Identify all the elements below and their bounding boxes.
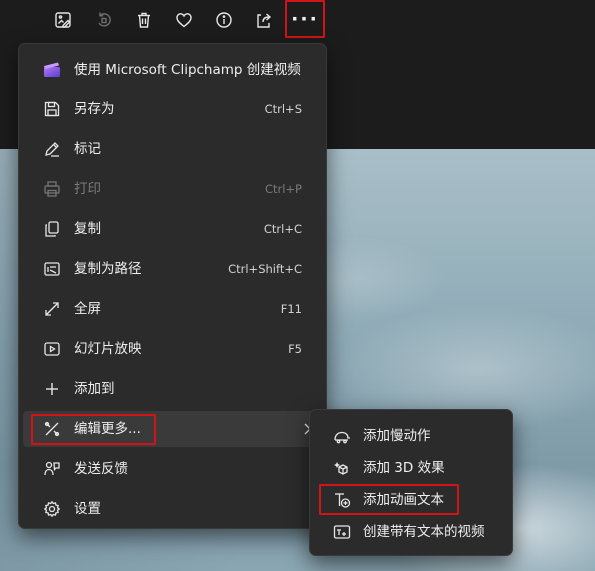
menu-item-settings[interactable]: 设置	[23, 491, 322, 527]
menu-item-label: 另存为	[74, 101, 115, 117]
menu-item-copy-path[interactable]: 复制为路径 Ctrl+Shift+C	[23, 251, 322, 287]
share-icon[interactable]	[246, 2, 282, 38]
menu-item-save-as[interactable]: 另存为 Ctrl+S	[23, 91, 322, 127]
favorite-icon[interactable]	[166, 2, 202, 38]
menu-item-label: 复制	[74, 221, 101, 237]
edit-more-submenu: 添加慢动作 添加 3D 效果 添加动画文本 创建带有文本的视频	[309, 409, 513, 556]
menu-item-copy[interactable]: 复制 Ctrl+C	[23, 211, 322, 247]
fullscreen-icon	[43, 300, 61, 318]
delete-icon[interactable]	[126, 2, 162, 38]
menu-item-label: 复制为路径	[74, 261, 142, 277]
menu-item-label: 添加到	[74, 381, 115, 397]
slow-motion-icon	[333, 427, 351, 445]
3d-effects-icon	[333, 459, 351, 477]
shortcut-text: Ctrl+S	[264, 102, 302, 116]
shortcut-text: Ctrl+C	[263, 222, 302, 236]
menu-item-label: 打印	[74, 181, 101, 197]
clipchamp-icon	[43, 61, 61, 79]
menu-item-label: 幻灯片放映	[74, 341, 142, 357]
menu-item-feedback[interactable]: 发送反馈	[23, 451, 322, 487]
menu-item-label: 设置	[74, 501, 101, 517]
submenu-item-label: 创建带有文本的视频	[363, 524, 485, 540]
highlight-box-animated-text	[319, 484, 459, 515]
submenu-item-label: 添加 3D 效果	[363, 460, 445, 476]
more-options-button[interactable]: ···	[285, 0, 325, 38]
submenu-item-3d-effects[interactable]: 添加 3D 效果	[314, 452, 508, 484]
copy-icon	[43, 220, 61, 238]
menu-item-clipchamp[interactable]: 使用 Microsoft Clipchamp 创建视频	[23, 52, 322, 88]
shortcut-text: F5	[288, 342, 302, 356]
slideshow-icon	[43, 340, 61, 358]
menu-item-add-to[interactable]: 添加到	[23, 371, 322, 407]
print-icon	[43, 180, 61, 198]
video-with-text-icon	[333, 523, 351, 541]
more-options-icon: ···	[291, 8, 319, 30]
submenu-item-slow-motion[interactable]: 添加慢动作	[314, 420, 508, 452]
edit-image-icon[interactable]	[45, 2, 81, 38]
rotate-icon[interactable]	[86, 2, 122, 38]
menu-item-label: 标记	[74, 141, 101, 157]
copy-path-icon	[43, 260, 61, 278]
add-icon	[43, 380, 61, 398]
highlight-box-edit-more	[31, 414, 156, 445]
submenu-item-label: 添加慢动作	[363, 428, 431, 444]
info-icon[interactable]	[206, 2, 242, 38]
feedback-icon	[43, 460, 61, 478]
mark-icon	[43, 140, 61, 158]
shortcut-text: F11	[280, 302, 302, 316]
menu-item-label: 使用 Microsoft Clipchamp 创建视频	[74, 62, 301, 78]
shortcut-text: Ctrl+P	[264, 182, 302, 196]
context-menu: 使用 Microsoft Clipchamp 创建视频 另存为 Ctrl+S 标…	[18, 43, 327, 529]
settings-icon	[43, 500, 61, 518]
save-icon	[43, 100, 61, 118]
shortcut-text: Ctrl+Shift+C	[228, 262, 302, 276]
menu-item-label: 发送反馈	[74, 461, 128, 477]
menu-item-label: 全屏	[74, 301, 101, 317]
submenu-item-video-with-text[interactable]: 创建带有文本的视频	[314, 516, 508, 548]
menu-item-slideshow[interactable]: 幻灯片放映 F5	[23, 331, 322, 367]
menu-item-print: 打印 Ctrl+P	[23, 171, 322, 207]
menu-item-fullscreen[interactable]: 全屏 F11	[23, 291, 322, 327]
menu-item-mark[interactable]: 标记	[23, 131, 322, 167]
